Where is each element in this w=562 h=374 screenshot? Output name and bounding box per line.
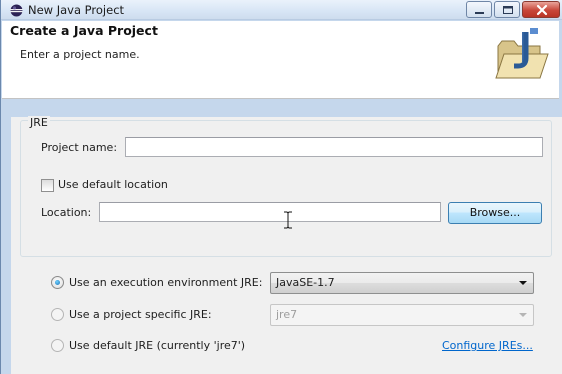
wizard-title: Create a Java Project xyxy=(10,23,158,38)
window-title: New Java Project xyxy=(28,3,125,17)
execution-environment-radio[interactable] xyxy=(51,276,64,289)
minimize-icon xyxy=(475,12,484,14)
minimize-button[interactable] xyxy=(466,1,492,18)
default-jre-label: Use default JRE (currently 'jre7') xyxy=(69,339,246,352)
wizard-message: Enter a project name. xyxy=(20,48,140,61)
execution-environment-value: JavaSE-1.7 xyxy=(276,276,335,289)
project-specific-jre-select[interactable]: jre7 xyxy=(270,304,534,326)
project-specific-jre-radio[interactable] xyxy=(51,308,64,321)
default-jre-radio[interactable] xyxy=(51,339,64,352)
maximize-button[interactable] xyxy=(494,1,520,18)
maximize-icon xyxy=(503,6,513,14)
execution-environment-label: Use an execution environment JRE: xyxy=(69,276,263,289)
java-project-folder-icon xyxy=(495,28,549,79)
project-specific-jre-label: Use a project specific JRE: xyxy=(69,308,212,321)
project-specific-jre-value: jre7 xyxy=(276,308,298,321)
title-bar[interactable]: New Java Project xyxy=(1,0,562,20)
jre-group xyxy=(20,120,552,257)
eclipse-icon xyxy=(10,4,23,17)
jre-group-title: JRE xyxy=(28,116,50,129)
chevron-down-icon xyxy=(519,313,527,317)
execution-environment-select[interactable]: JavaSE-1.7 xyxy=(270,272,534,294)
wizard-banner: Create a Java Project Enter a project na… xyxy=(2,21,559,99)
close-icon xyxy=(536,4,548,16)
configure-jres-link[interactable]: Configure JREs... xyxy=(442,339,533,352)
chevron-down-icon xyxy=(519,281,527,285)
close-button[interactable] xyxy=(522,1,560,18)
dialog-window: New Java Project Create a Java Project E… xyxy=(0,0,562,374)
